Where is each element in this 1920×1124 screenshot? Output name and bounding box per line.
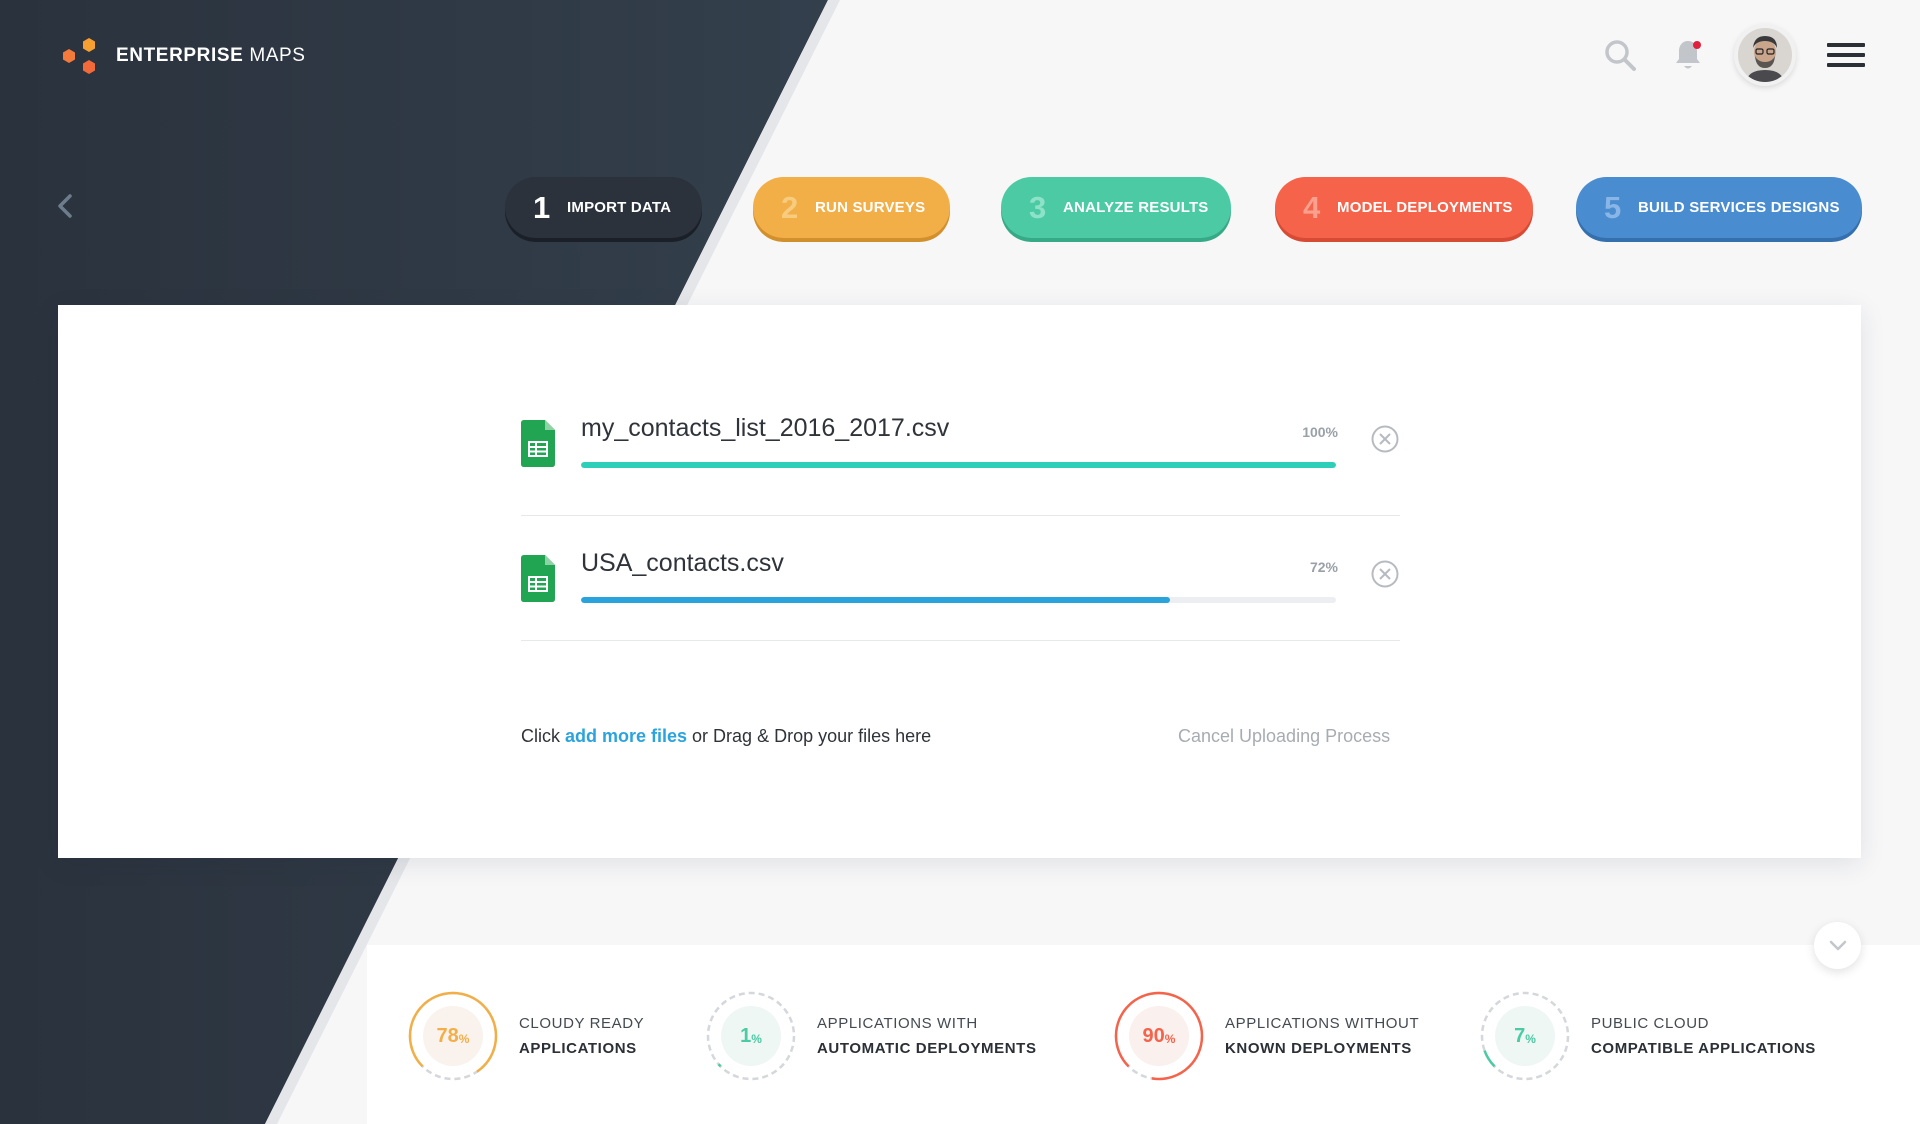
upload-card: my_contacts_list_2016_2017.csv 100% USA_… — [58, 305, 1861, 858]
stat-number: 7 — [1514, 1024, 1526, 1047]
back-button[interactable] — [52, 188, 80, 224]
stat-unknown-deployments: 90% APPLICATIONS WITHOUT KNOWN DEPLOYMENT… — [1113, 990, 1419, 1082]
step-model-deployments[interactable]: 4 MODEL DEPLOYMENTS — [1275, 177, 1533, 238]
stat-automatic-deployments: 1% APPLICATIONS WITH AUTOMATIC DEPLOYMENT… — [705, 990, 1037, 1082]
spreadsheet-file-icon — [521, 555, 555, 602]
upload-progress-bar — [581, 462, 1336, 468]
stat-label-line1: CLOUDY READY — [519, 1015, 645, 1032]
top-bar-actions — [1600, 24, 1866, 86]
brand-name-thin: MAPS — [249, 45, 306, 66]
upload-percent: 100% — [1302, 424, 1338, 440]
step-number: 4 — [1303, 190, 1321, 225]
user-avatar-image — [1738, 28, 1792, 82]
step-label: IMPORT DATA — [567, 199, 672, 216]
search-button[interactable] — [1600, 35, 1640, 75]
hamburger-menu-icon — [1827, 43, 1865, 67]
step-number: 1 — [533, 190, 551, 225]
upload-row: USA_contacts.csv 72% — [521, 516, 1400, 641]
chevron-left-icon — [58, 194, 72, 218]
stat-label-line2: AUTOMATIC DEPLOYMENTS — [817, 1040, 1037, 1057]
step-number: 5 — [1604, 190, 1622, 225]
stat-number: 1 — [740, 1024, 752, 1047]
scroll-down-button[interactable] — [1814, 922, 1861, 969]
stat-cloud-ready: 78% CLOUDY READY APPLICATIONS — [407, 990, 644, 1082]
cancel-upload-link[interactable]: Cancel Uploading Process — [1178, 726, 1390, 747]
stat-label-line1: APPLICATIONS WITH — [817, 1015, 978, 1032]
stat-public-cloud: 7% PUBLIC CLOUD COMPATIBLE APPLICATIONS — [1479, 990, 1816, 1082]
stat-ring: 7% — [1479, 990, 1571, 1082]
file-name: my_contacts_list_2016_2017.csv — [581, 414, 950, 442]
step-run-surveys[interactable]: 2 RUN SURVEYS — [753, 177, 950, 238]
brand-name-bold: ENTERPRISE — [116, 45, 244, 66]
stat-value: 78% — [407, 990, 499, 1082]
stat-label-line2: COMPATIBLE APPLICATIONS — [1591, 1040, 1816, 1057]
stat-unit: % — [751, 1032, 762, 1046]
drop-hint-prefix: Click — [521, 726, 565, 746]
stat-unit: % — [458, 1032, 470, 1046]
upload-percent: 72% — [1309, 559, 1338, 575]
add-more-files-link[interactable]: add more files — [565, 726, 687, 746]
upload-progress-fill — [581, 597, 1170, 603]
upload-progress-fill — [581, 462, 1336, 468]
upload-row: my_contacts_list_2016_2017.csv 100% — [521, 305, 1400, 516]
step-build-services-designs[interactable]: 5 BUILD SERVICES DESIGNS — [1576, 177, 1862, 238]
search-icon — [1605, 40, 1636, 71]
stat-unit: % — [1164, 1032, 1176, 1046]
stat-value: 90% — [1113, 990, 1205, 1082]
remove-file-button[interactable] — [1370, 559, 1400, 589]
step-import-data[interactable]: 1 IMPORT DATA — [505, 177, 702, 238]
notifications-button[interactable] — [1668, 35, 1708, 75]
hexagon-logo-icon — [63, 38, 95, 74]
stat-number: 78 — [436, 1024, 459, 1047]
step-number: 2 — [781, 190, 799, 225]
avatar[interactable] — [1734, 24, 1796, 86]
file-name: USA_contacts.csv — [581, 549, 784, 577]
stat-unit: % — [1525, 1032, 1536, 1046]
step-label: BUILD SERVICES DESIGNS — [1638, 199, 1840, 216]
notification-dot — [1693, 41, 1701, 49]
spreadsheet-file-icon — [521, 420, 555, 467]
stat-label-line1: PUBLIC CLOUD — [1591, 1015, 1710, 1032]
stat-ring: 1% — [705, 990, 797, 1082]
stat-number: 90 — [1142, 1024, 1165, 1047]
drop-hint-suffix: or Drag & Drop your files here — [687, 726, 932, 746]
brand-logo[interactable]: ENTERPRISE MAPS — [58, 34, 306, 78]
step-label: MODEL DEPLOYMENTS — [1337, 199, 1513, 216]
brand-name: ENTERPRISE MAPS — [116, 45, 306, 67]
remove-file-button[interactable] — [1370, 424, 1400, 454]
stat-ring: 78% — [407, 990, 499, 1082]
stat-ring: 90% — [1113, 990, 1205, 1082]
drop-zone-hint: Click add more files or Drag & Drop your… — [521, 726, 931, 747]
stat-label-line1: APPLICATIONS WITHOUT — [1225, 1015, 1420, 1032]
stat-label-line2: KNOWN DEPLOYMENTS — [1225, 1040, 1412, 1057]
menu-button[interactable] — [1826, 35, 1866, 75]
stat-value: 7% — [1479, 990, 1571, 1082]
step-label: ANALYZE RESULTS — [1063, 199, 1209, 216]
stat-label-line2: APPLICATIONS — [519, 1040, 637, 1057]
chevron-down-icon — [1829, 940, 1846, 950]
step-number: 3 — [1029, 190, 1047, 225]
step-label: RUN SURVEYS — [815, 199, 926, 216]
stat-value: 1% — [705, 990, 797, 1082]
step-analyze-results[interactable]: 3 ANALYZE RESULTS — [1001, 177, 1231, 238]
upload-progress-bar — [581, 597, 1336, 603]
